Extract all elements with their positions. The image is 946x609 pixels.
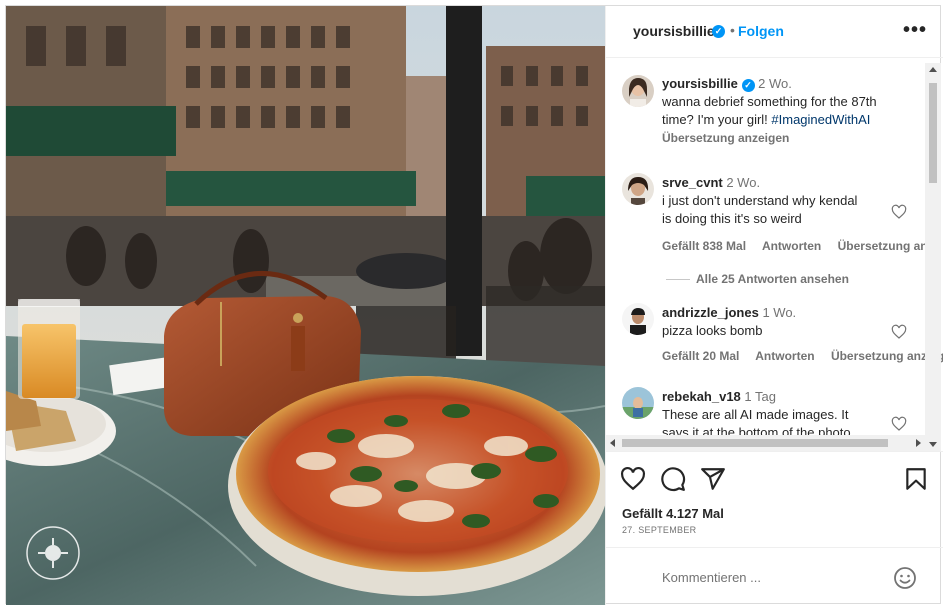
imagined-with-ai-watermark (26, 526, 80, 580)
verified-badge-icon: ✓ (712, 25, 725, 38)
comment-username[interactable]: andrizzle_jones (662, 305, 759, 320)
comment-like-heart-icon[interactable] (891, 204, 907, 220)
comment-line1: i just don't understand why kendal (662, 193, 858, 208)
emoji-icon[interactable] (893, 566, 917, 590)
comment-like-heart-icon[interactable] (891, 416, 907, 432)
caption-translate-link[interactable]: Übersetzung anzeigen (662, 131, 789, 145)
scroll-up-arrow-icon[interactable] (929, 67, 937, 72)
post-dialog: yoursisbillie ✓ • Folgen ••• yoursisbill… (5, 5, 943, 605)
follow-button[interactable]: Folgen (738, 23, 784, 39)
post-author-username[interactable]: yoursisbillie (633, 23, 715, 39)
pizza-cafe-photo (6, 6, 605, 605)
comment-likes-count[interactable]: Gefällt 20 Mal (662, 349, 739, 363)
comment-time[interactable]: 2 Wo. (726, 175, 760, 190)
comments-list[interactable]: yoursisbillie ✓ 2 Wo. wanna debrief some… (606, 59, 943, 451)
avatar[interactable] (622, 387, 654, 419)
more-options-icon[interactable]: ••• (903, 19, 927, 42)
post-date[interactable]: 27. SEPTEMBER (622, 525, 696, 535)
comment-meta: Gefällt 20 Mal Antworten Übersetzung anz… (662, 349, 943, 363)
commenter-avatar (622, 173, 654, 205)
comment-input[interactable] (662, 568, 882, 586)
post-side-panel: yoursisbillie ✓ • Folgen ••• yoursisbill… (605, 6, 943, 605)
hashtag-link[interactable]: #ImaginedWithAI (771, 112, 870, 127)
comment-text: srve_cvnt 2 Wo. i just don't understand … (662, 174, 902, 228)
horizontal-scrollbar[interactable] (606, 435, 925, 451)
caption-username[interactable]: yoursisbillie (662, 76, 738, 91)
scrollbar-thumb[interactable] (929, 83, 937, 183)
caption-line2: time? I'm your girl! (662, 112, 772, 127)
scrollbar-thumb[interactable] (622, 439, 888, 447)
comment-composer (606, 547, 943, 605)
heart-icon[interactable] (620, 466, 646, 492)
comment-text: rebekah_v18 1 Tag These are all AI made … (662, 388, 902, 442)
post-header: yoursisbillie ✓ • Folgen ••• (606, 6, 943, 58)
scroll-left-arrow-icon[interactable] (610, 439, 615, 447)
share-icon[interactable] (700, 466, 726, 492)
comment-icon[interactable] (660, 466, 686, 492)
comment-line1: pizza looks bomb (662, 323, 763, 338)
post-image[interactable] (6, 6, 605, 605)
caption-line1: wanna debrief something for the 87th (662, 94, 877, 109)
reply-button[interactable]: Antworten (755, 349, 814, 363)
post-likes-count[interactable]: Gefällt 4.127 Mal (622, 506, 724, 521)
comment-likes-count[interactable]: Gefällt 838 Mal (662, 239, 746, 253)
scroll-right-arrow-icon[interactable] (916, 439, 921, 447)
reply-button[interactable]: Antworten (762, 239, 821, 253)
view-replies-button[interactable]: Alle 25 Antworten ansehen (666, 272, 849, 286)
comment-time[interactable]: 1 Wo. (762, 305, 796, 320)
comment-line1: These are all AI made images. It (662, 407, 849, 422)
comment-username[interactable]: rebekah_v18 (662, 389, 741, 404)
caption-time[interactable]: 2 Wo. (758, 76, 792, 91)
avatar[interactable] (622, 75, 654, 107)
divider-line (666, 279, 690, 281)
caption-author-avatar (622, 75, 654, 107)
commenter-avatar (622, 387, 654, 419)
avatar[interactable] (622, 173, 654, 205)
separator-dot: • (730, 22, 735, 38)
bookmark-icon[interactable] (903, 466, 929, 492)
view-replies-label: Alle 25 Antworten ansehen (696, 272, 849, 286)
comment-like-heart-icon[interactable] (891, 324, 907, 340)
comment-time[interactable]: 1 Tag (744, 389, 776, 404)
comment-meta: Gefällt 838 Mal Antworten Übersetzung an… (662, 239, 943, 253)
comment-username[interactable]: srve_cvnt (662, 175, 723, 190)
comment-text: andrizzle_jones 1 Wo. pizza looks bomb (662, 304, 902, 340)
verified-badge-icon: ✓ (741, 79, 755, 92)
avatar[interactable] (622, 303, 654, 335)
scroll-down-arrow-icon[interactable] (929, 442, 937, 447)
post-actions: Gefällt 4.127 Mal 27. SEPTEMBER (606, 451, 943, 546)
vertical-scrollbar[interactable] (925, 63, 941, 451)
comment-line2: is doing this it's so weird (662, 211, 802, 226)
caption-text: yoursisbillie ✓ 2 Wo. wanna debrief some… (662, 75, 902, 147)
commenter-avatar (622, 303, 654, 335)
